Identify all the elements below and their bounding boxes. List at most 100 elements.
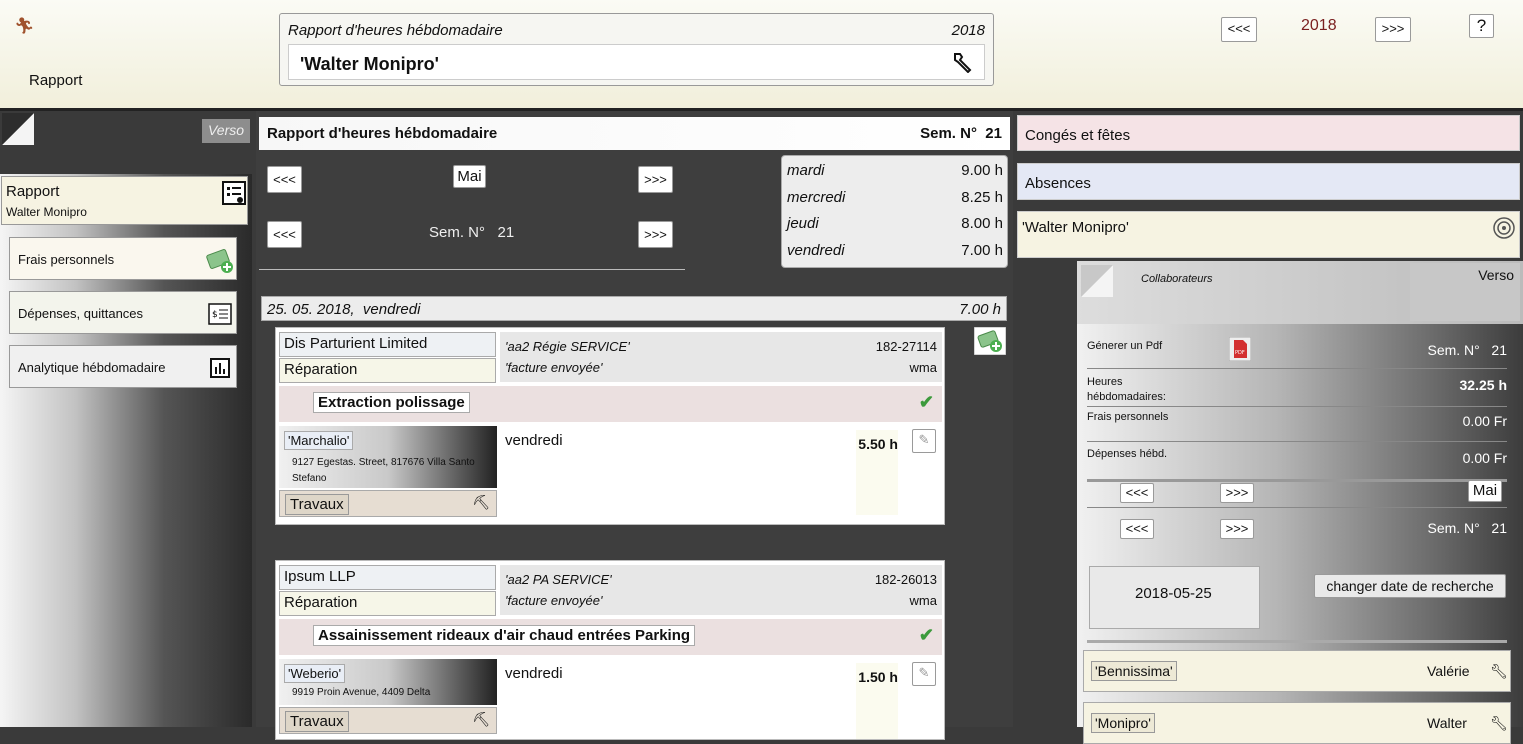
rapport-card-title: Rapport <box>6 183 60 200</box>
week-display: Sem. N° 21 <box>1427 520 1507 536</box>
site-box[interactable]: 'Weberio' 9919 Proin Avenue, 4409 Delta <box>279 659 497 705</box>
worker-icon: ⛏︎ <box>472 711 490 727</box>
divider <box>1087 640 1507 643</box>
work-type-box[interactable]: Travaux ⛏︎ <box>279 490 497 517</box>
month-display[interactable]: Mai <box>1468 480 1502 502</box>
heures-value: 32.25 h <box>1459 377 1507 393</box>
person-panel[interactable]: 'Walter Monipro' <box>1017 211 1520 258</box>
service-box[interactable]: 'aa2 PA SERVICE' 182-26013 'facture envo… <box>500 565 942 615</box>
job-title[interactable]: Extraction polissage <box>313 392 470 413</box>
target-icon[interactable] <box>1492 216 1516 240</box>
depenses-value: 0.00 Fr <box>1462 450 1507 466</box>
collaborator-name: Valérie <box>1427 663 1470 679</box>
search-date-field[interactable]: 2018-05-25 <box>1089 566 1260 629</box>
job-bar: Extraction polissage ✔ <box>279 386 942 422</box>
frais-personnels-item[interactable]: Frais personnels <box>9 237 237 280</box>
center-title-bar: Rapport d'heures hébdomadaire Sem. N° 21 <box>259 117 1010 150</box>
site-box[interactable]: 'Marchalio' 9127 Egestas. Street, 817676… <box>279 426 497 488</box>
help-button[interactable]: ? <box>1469 14 1494 38</box>
week-next-button[interactable]: >>> <box>1220 519 1254 539</box>
collaborator-row[interactable]: 'Bennissima' Valérie 🔧︎ <box>1083 650 1511 692</box>
type-field[interactable]: Réparation <box>279 358 496 383</box>
entry-day: vendredi <box>505 432 563 449</box>
month-prev-button[interactable]: <<< <box>267 166 302 193</box>
conges-label: Congés et fêtes <box>1025 127 1131 144</box>
day-row[interactable]: vendredi 7.00 h <box>787 242 1003 260</box>
service-name: 'aa2 PA SERVICE' <box>505 572 612 587</box>
nav-divider <box>259 269 685 270</box>
job-bar: Assainissement rideaux d'air chaud entré… <box>279 619 942 655</box>
verso-button[interactable]: Verso <box>1410 263 1520 321</box>
absences-panel[interactable]: Absences <box>1017 163 1520 200</box>
site-address: 9919 Proin Avenue, 4409 Delta <box>292 687 431 698</box>
employee-name-field[interactable]: 'Walter Monipro' <box>288 44 985 80</box>
week-display: Sem. N° 21 <box>429 224 515 241</box>
report-title: Rapport d'heures hébdomadaire <box>288 22 503 39</box>
service-box[interactable]: 'aa2 Régie SERVICE' 182-27114 'facture e… <box>500 332 942 382</box>
work-entry-card: Ipsum LLP Réparation 'aa2 PA SERVICE' 18… <box>275 560 945 740</box>
month-next-button[interactable]: >>> <box>638 166 673 193</box>
day-row[interactable]: jeudi 8.00 h <box>787 215 1003 233</box>
collaborator-row[interactable]: 'Monipro' Walter 🔧︎ <box>1083 702 1511 744</box>
day-name: jeudi <box>787 215 819 232</box>
day-hours: 8.25 h <box>961 189 1003 206</box>
service-name: 'aa2 Régie SERVICE' <box>505 339 630 354</box>
client-field[interactable]: Dis Parturient Limited <box>279 332 496 357</box>
work-entry-card: Dis Parturient Limited Réparation 'aa2 R… <box>275 327 945 525</box>
frais-label: Frais personnels <box>1087 411 1169 423</box>
work-type-box[interactable]: Travaux ⛏︎ <box>279 707 497 734</box>
pdf-icon[interactable]: PDF <box>1229 337 1251 361</box>
depenses-item[interactable]: Dépenses, quittances $ <box>9 291 237 334</box>
verso-button[interactable]: Verso <box>202 119 250 143</box>
service-number: 182-27114 <box>875 339 937 354</box>
week-prev-button[interactable]: <<< <box>1120 519 1154 539</box>
runner-logo-icon: 🏃︎ <box>14 18 35 35</box>
year-next-button[interactable]: >>> <box>1375 17 1411 42</box>
invoice-status: 'facture envoyée' <box>505 360 603 375</box>
add-expense-icon[interactable] <box>974 327 1006 355</box>
year-prev-button[interactable]: <<< <box>1221 17 1257 42</box>
wrench-icon[interactable]: 🔧︎ <box>1490 663 1508 680</box>
site-name: 'Weberio' <box>284 664 346 683</box>
year-display: 2018 <box>1301 17 1337 34</box>
job-title[interactable]: Assainissement rideaux d'air chaud entré… <box>313 625 696 646</box>
daily-hours-box: mardi 9.00 h mercredi 8.25 h jeudi 8.00 h v… <box>781 155 1008 268</box>
page-fold-icon[interactable] <box>2 113 34 145</box>
page-fold-icon[interactable] <box>1081 265 1113 297</box>
client-field[interactable]: Ipsum LLP <box>279 565 496 590</box>
wrench-icon[interactable] <box>952 51 974 73</box>
month-prev-button[interactable]: <<< <box>1120 483 1154 503</box>
employee-name: 'Walter Monipro' <box>300 54 439 74</box>
analytique-label: Analytique hébdomadaire <box>18 360 166 375</box>
change-date-button[interactable]: changer date de recherche <box>1314 574 1506 598</box>
month-next-button[interactable]: >>> <box>1220 483 1254 503</box>
right-panel: Congés et fêtes Absences 'Walter Monipro… <box>1015 111 1523 744</box>
week-prev-button[interactable]: <<< <box>267 221 302 248</box>
check-icon: ✔ <box>918 392 934 412</box>
rapport-card[interactable]: Rapport Walter Monipro <box>1 176 248 225</box>
invoice-status: 'facture envoyée' <box>505 593 603 608</box>
month-display[interactable]: Mai <box>453 165 486 188</box>
hours-cell[interactable]: 5.50 h <box>856 430 898 515</box>
service-number: 182-26013 <box>874 572 937 587</box>
hours-cell[interactable]: 1.50 h <box>856 663 898 739</box>
divider <box>1087 507 1507 508</box>
wrench-icon[interactable]: 🔧︎ <box>1490 715 1508 732</box>
user-code: wma <box>909 360 937 375</box>
absences-label: Absences <box>1025 175 1091 192</box>
conges-panel[interactable]: Congés et fêtes <box>1017 115 1520 151</box>
day-row[interactable]: mardi 9.00 h <box>787 162 1003 180</box>
verso-label: Verso <box>1478 267 1514 283</box>
edit-pencil-icon[interactable]: ✎ <box>912 662 936 686</box>
day-row[interactable]: mercredi 8.25 h <box>787 189 1003 207</box>
pdf-week: Sem. N° 21 <box>1427 342 1507 358</box>
depenses-row: Dépenses hébd. 0.00 Fr <box>1087 444 1507 482</box>
report-list-icon <box>222 181 246 205</box>
collab-label: Collaborateurs <box>1141 273 1213 285</box>
day-hours: 9.00 h <box>961 162 1003 179</box>
analytique-item[interactable]: Analytique hébdomadaire <box>9 345 237 388</box>
edit-pencil-icon[interactable]: ✎ <box>912 429 936 453</box>
type-field[interactable]: Réparation <box>279 591 496 616</box>
week-next-button[interactable]: >>> <box>638 221 673 248</box>
collaborator-tag: 'Bennissima' <box>1091 661 1177 681</box>
